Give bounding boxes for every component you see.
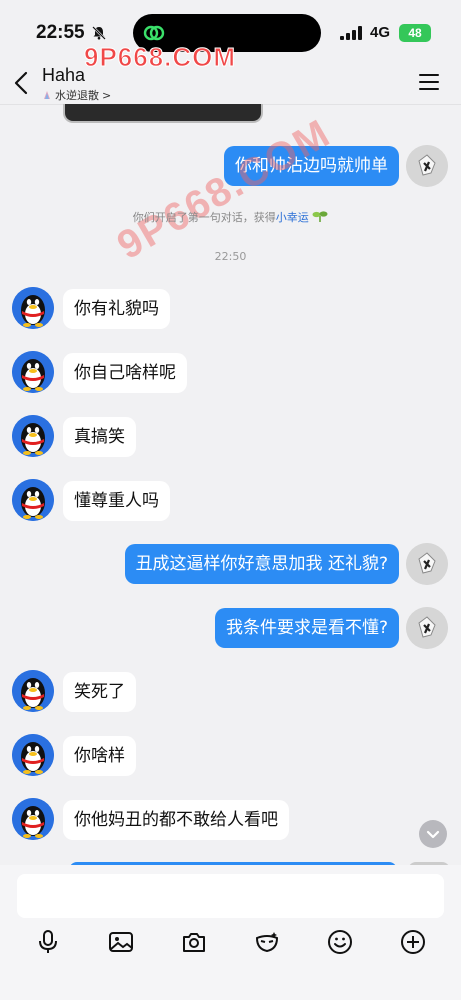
message-bubble-incoming[interactable]: 真搞笑 <box>63 417 136 457</box>
watermark-middle: 9P668.COM <box>110 110 339 269</box>
chevron-right-icon: > <box>102 88 112 102</box>
penguin-avatar-icon <box>12 479 54 521</box>
scroll-to-bottom-button[interactable] <box>419 820 447 848</box>
sprout-icon <box>312 211 328 222</box>
image-message-thumbnail[interactable] <box>63 104 263 123</box>
message-bubble-incoming[interactable]: 你啥样 <box>63 736 136 776</box>
message-bubble-incoming[interactable]: 你自己啥样呢 <box>63 353 187 393</box>
camera-icon <box>183 933 205 952</box>
chevron-down-icon <box>426 830 440 839</box>
muted-bell-icon <box>92 26 106 40</box>
system-notice: 你们开启了第一句对话，获得小幸运 <box>0 209 461 225</box>
link-icon <box>143 25 165 41</box>
message-bubble-outgoing[interactable]: 丑成这逼样你好意思加我 还礼貌? <box>124 544 399 584</box>
peer-avatar[interactable] <box>12 415 54 457</box>
status-time: 22:55 <box>36 22 85 43</box>
peer-avatar[interactable] <box>12 734 54 776</box>
penguin-avatar-icon <box>12 415 54 457</box>
more-button[interactable] <box>398 927 428 957</box>
peer-avatar[interactable] <box>12 287 54 329</box>
message-bubble-incoming[interactable]: 你有礼貌吗 <box>63 289 170 329</box>
message-bubble-incoming[interactable]: 懂尊重人吗 <box>63 481 170 521</box>
microphone-icon <box>39 930 57 953</box>
status-bar: 22:55 9P668.COM 4G 48 <box>0 0 461 73</box>
emoji-button[interactable] <box>325 927 355 957</box>
my-avatar[interactable] <box>406 543 448 585</box>
photo-album-button[interactable] <box>106 927 136 957</box>
status-emoji-icon <box>44 91 50 99</box>
penguin-avatar-icon <box>12 734 54 776</box>
mask-icon <box>255 932 279 953</box>
message-bubble-outgoing[interactable]: 我条件要求是看不懂? <box>214 608 399 648</box>
plus-icon <box>401 930 425 954</box>
peer-avatar[interactable] <box>12 479 54 521</box>
message-input[interactable] <box>17 874 444 918</box>
notice-link[interactable]: 小幸运 <box>276 211 309 224</box>
sketch-avatar-icon <box>406 145 448 187</box>
peer-avatar[interactable] <box>12 670 54 712</box>
contact-name[interactable]: Haha <box>42 65 85 86</box>
penguin-avatar-icon <box>12 287 54 329</box>
image-icon <box>109 932 133 952</box>
message-timestamp: 22:50 <box>214 250 247 263</box>
back-arrow-icon[interactable] <box>12 70 32 96</box>
menu-icon[interactable] <box>419 73 439 91</box>
message-bubble-incoming[interactable]: 你他妈丑的都不敢给人看吧 <box>63 800 289 840</box>
sketch-avatar-icon <box>406 607 448 649</box>
status-text: 水逆退散 <box>55 89 99 102</box>
voice-button[interactable] <box>33 927 63 957</box>
battery-indicator: 48 <box>399 24 431 42</box>
peer-avatar[interactable] <box>12 351 54 393</box>
mask-button[interactable] <box>252 927 282 957</box>
penguin-avatar-icon <box>12 798 54 840</box>
my-avatar[interactable] <box>406 145 448 187</box>
peer-avatar[interactable] <box>12 798 54 840</box>
network-type: 4G <box>370 24 391 41</box>
chat-header: Haha 水逆退散 > <box>0 62 461 104</box>
my-avatar[interactable] <box>406 607 448 649</box>
composer <box>0 865 461 1000</box>
penguin-avatar-icon <box>12 670 54 712</box>
penguin-avatar-icon <box>12 351 54 393</box>
emoji-icon <box>328 930 352 954</box>
signal-icon <box>340 26 362 40</box>
message-bubble-incoming[interactable]: 笑死了 <box>63 672 136 712</box>
sketch-avatar-icon <box>406 543 448 585</box>
composer-toolbar <box>0 927 461 957</box>
camera-button[interactable] <box>179 927 209 957</box>
notice-text: 你们开启了第一句对话，获得 <box>132 211 276 224</box>
contact-status[interactable]: 水逆退散 > <box>42 87 111 103</box>
